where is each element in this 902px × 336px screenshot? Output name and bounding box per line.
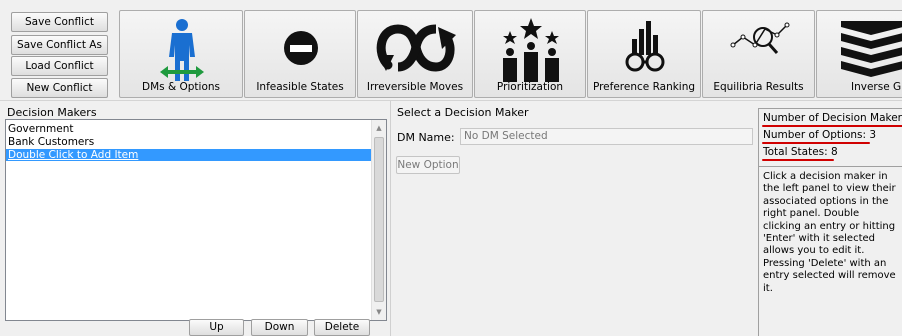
graph-magnifier-icon [730, 22, 790, 54]
option-panel: Select a Decision Maker DM Name: No DM S… [390, 101, 756, 336]
up-button[interactable]: Up [189, 319, 244, 336]
ranking-bars-icon [625, 21, 665, 72]
dm-name-label: DM Name: [397, 131, 455, 144]
scroll-down-arrow-icon[interactable]: ▼ [372, 305, 386, 319]
infeasible-states-button[interactable]: Infeasible States [244, 10, 356, 98]
help-text: Click a decision maker in the left panel… [759, 166, 902, 336]
load-conflict-button[interactable]: Load Conflict [11, 56, 108, 76]
dms-options-label: DMs & Options [142, 81, 220, 93]
select-dm-title: Select a Decision Maker [397, 106, 529, 119]
stacked-chevrons-icon [841, 21, 902, 77]
number-of-options: Number of Options: 3 [763, 129, 877, 141]
decision-makers-title: Decision Makers [7, 106, 97, 119]
new-option-button[interactable]: New Option [396, 156, 460, 174]
list-item[interactable]: Government [8, 123, 73, 135]
preference-ranking-button[interactable]: Preference Ranking [587, 10, 701, 98]
new-conflict-button[interactable]: New Conflict [11, 78, 108, 98]
decision-makers-list[interactable]: Government Bank Customers Double Click t… [5, 119, 387, 321]
annotation-underline [762, 159, 834, 161]
number-of-decision-makers: Number of Decision Makers: 2 [763, 112, 902, 124]
dm-name-field[interactable]: No DM Selected [460, 128, 753, 145]
infeasible-states-label: Infeasible States [256, 81, 344, 93]
equilibria-results-button[interactable]: Equilibria Results [702, 10, 815, 98]
podium-stars-icon [503, 18, 559, 82]
annotation-underline [762, 142, 870, 144]
list-item[interactable]: Bank Customers [8, 136, 94, 148]
add-item-entry[interactable]: Double Click to Add Item [6, 149, 371, 161]
scroll-thumb[interactable] [374, 137, 384, 302]
no-entry-icon [284, 31, 318, 65]
total-states: Total States: 8 [763, 146, 838, 158]
preference-ranking-label: Preference Ranking [592, 81, 696, 93]
prioritization-button[interactable]: Prioritization [474, 10, 586, 98]
person-arrows-icon [160, 19, 204, 81]
irreversible-moves-button[interactable]: Irreversible Moves [357, 10, 473, 98]
toolbar: Save Conflict Save Conflict As Load Conf… [0, 0, 902, 101]
irreversible-moves-label: Irreversible Moves [366, 81, 464, 93]
save-conflict-as-button[interactable]: Save Conflict As [11, 35, 108, 55]
equilibria-results-label: Equilibria Results [713, 81, 804, 93]
prioritization-label: Prioritization [496, 81, 564, 93]
inverse-gmcr-label: Inverse GMCR [851, 81, 902, 93]
down-button[interactable]: Down [251, 319, 308, 336]
scroll-up-arrow-icon[interactable]: ▲ [372, 121, 386, 135]
list-scrollbar[interactable]: ▲ ▼ [371, 120, 386, 320]
dms-options-button[interactable]: DMs & Options [119, 10, 243, 98]
loop-arrows-icon [376, 24, 456, 72]
save-conflict-button[interactable]: Save Conflict [11, 12, 108, 32]
info-panel: Number of Decision Makers: 2 Number of O… [758, 108, 902, 336]
annotation-underline [762, 125, 902, 127]
inverse-gmcr-button[interactable]: Inverse GMCR [816, 10, 902, 98]
delete-button[interactable]: Delete [314, 319, 370, 336]
